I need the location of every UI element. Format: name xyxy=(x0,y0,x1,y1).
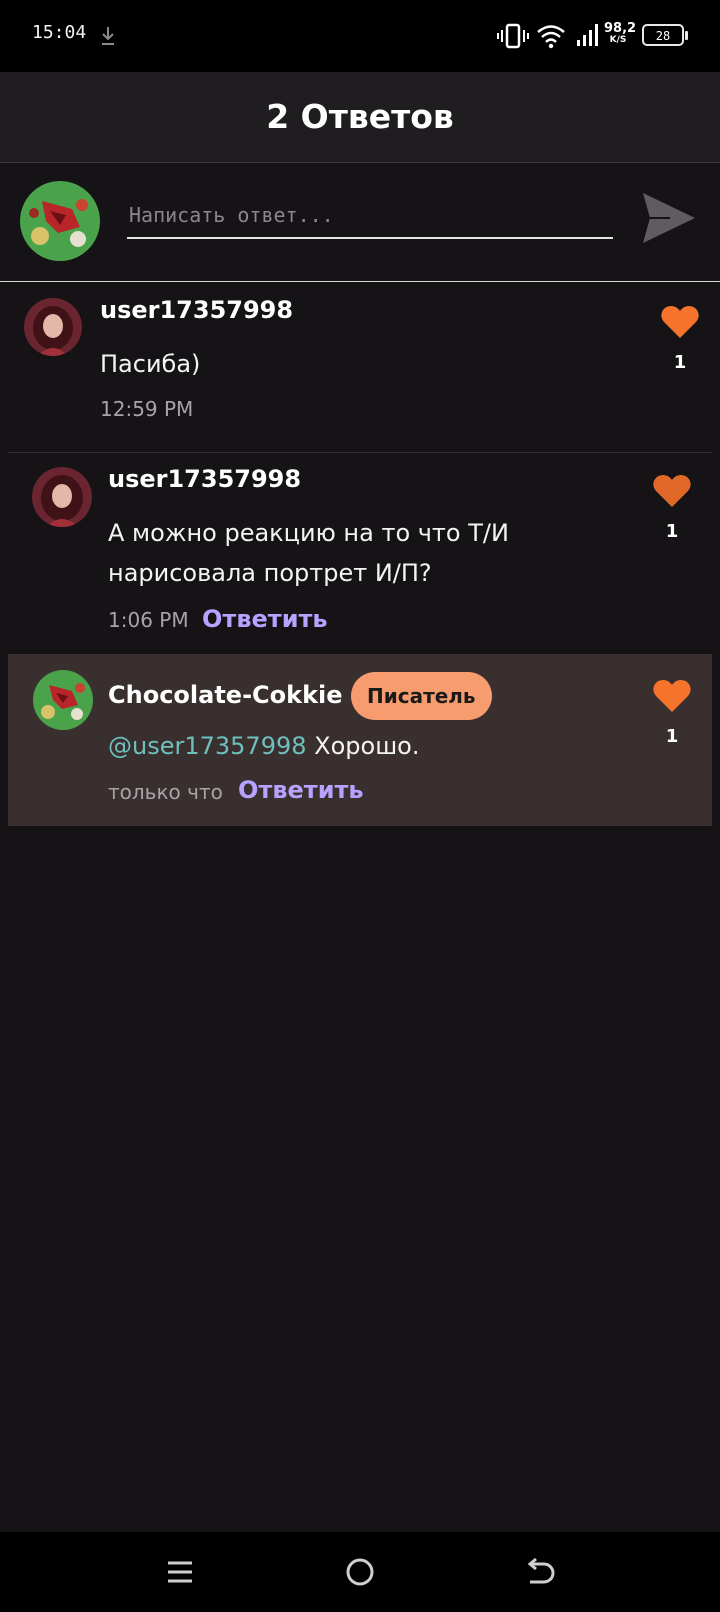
signal-icon xyxy=(577,24,598,46)
reply-composer xyxy=(0,163,720,282)
like-count: 1 xyxy=(673,352,687,373)
comment-time: 1:06 PM xyxy=(108,608,189,632)
comment-username[interactable]: user17357998 xyxy=(100,296,293,324)
avatar-image xyxy=(33,670,93,730)
comment-text-body: Хорошо. xyxy=(306,732,420,760)
network-speed: 98,2 K/S xyxy=(604,21,637,45)
user-mention[interactable]: @user17357998 xyxy=(108,732,307,760)
heart-icon[interactable] xyxy=(660,304,700,340)
status-time: 15:04 xyxy=(32,22,87,43)
avatar-image xyxy=(24,298,82,356)
back-icon[interactable] xyxy=(522,1554,558,1590)
reply-button[interactable]: Ответить xyxy=(238,776,364,804)
battery-tip xyxy=(685,31,688,40)
user-avatar[interactable] xyxy=(24,298,82,356)
comment-item: user17357998 А можно реакцию на то что Т… xyxy=(0,453,720,653)
user-avatar[interactable] xyxy=(32,467,92,527)
like-count: 1 xyxy=(665,521,679,542)
avatar-image xyxy=(20,181,100,261)
writer-badge: Писатель xyxy=(351,672,492,720)
battery-level: 28 xyxy=(655,29,671,43)
heart-icon[interactable] xyxy=(652,473,692,509)
comment-text-line-2: нарисовала портрет И/П? xyxy=(108,559,432,587)
network-speed-value: 98,2 xyxy=(604,21,637,36)
download-icon xyxy=(102,27,114,45)
comment-time: 12:59 PM xyxy=(100,397,194,421)
vibrate-icon xyxy=(497,23,529,49)
network-speed-unit: K/S xyxy=(609,35,627,45)
battery-icon: 28 xyxy=(642,24,688,46)
reply-button[interactable]: Ответить xyxy=(202,605,328,633)
comment-time: только что xyxy=(108,780,223,804)
home-icon[interactable] xyxy=(342,1554,378,1590)
like-count: 1 xyxy=(665,726,679,747)
send-icon[interactable] xyxy=(640,189,698,247)
comment-username[interactable]: Chocolate-Cokkie xyxy=(108,681,343,709)
avatar-image xyxy=(32,467,92,527)
wifi-icon xyxy=(537,25,565,49)
header: 2 Ответов xyxy=(0,72,720,163)
comment-text-line-1: А можно реакцию на то что Т/И xyxy=(108,519,509,547)
heart-icon[interactable] xyxy=(652,678,692,714)
author-avatar[interactable] xyxy=(33,670,93,730)
reply-input[interactable] xyxy=(127,193,613,239)
comment-item-highlighted: Chocolate-Cokkie Писатель @user17357998 … xyxy=(8,654,712,826)
comment-username[interactable]: user17357998 xyxy=(108,465,301,493)
comment-text: @user17357998 Хорошо. xyxy=(108,726,419,766)
system-nav-bar xyxy=(0,1532,720,1612)
my-avatar[interactable] xyxy=(20,181,100,261)
status-bar: 15:04 98,2 K/S 28 xyxy=(0,0,720,72)
comment-item: user17357998 Пасиба) 12:59 PM 1 xyxy=(0,282,720,452)
menu-icon[interactable] xyxy=(162,1554,198,1590)
page-title: 2 Ответов xyxy=(266,97,454,136)
comment-text: Пасиба) xyxy=(100,350,201,378)
